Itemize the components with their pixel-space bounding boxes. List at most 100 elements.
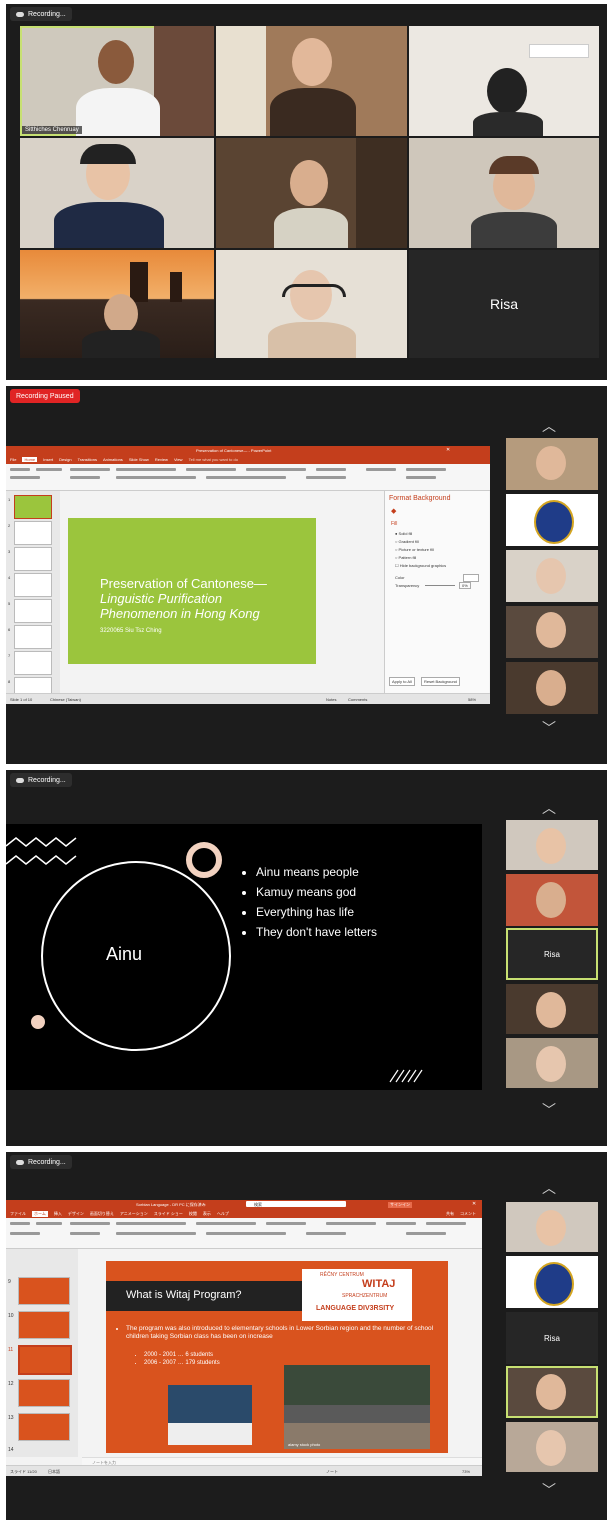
participant-name: Risa [489, 296, 518, 312]
tab-insert[interactable]: Insert [43, 457, 53, 462]
status-bar: スライド 11/20 日本語 ノート 73% [6, 1465, 482, 1476]
powerpoint-window: Sorbian Language - DR PC に保存済み 検索 サインイン … [6, 1200, 482, 1476]
hide-background-checkbox[interactable]: ☐ Hide background graphics [395, 563, 446, 568]
participant-thumb-risa[interactable]: Risa [506, 1312, 598, 1364]
video-tile-2[interactable] [216, 26, 407, 136]
fill-option-solid[interactable]: ● Solid fill [395, 531, 412, 536]
transparency-value[interactable]: 0% [459, 582, 471, 589]
participant-thumb[interactable] [506, 606, 598, 658]
fill-option-gradient[interactable]: ○ Gradient fill [395, 539, 419, 544]
participant-thumb[interactable] [506, 438, 598, 490]
slide-thumbnail[interactable] [14, 495, 52, 519]
video-feed [216, 138, 407, 248]
tab-view[interactable]: 表示 [203, 1211, 211, 1217]
recording-indicator[interactable]: Recording... [10, 7, 72, 21]
tab-help[interactable]: ヘルプ [217, 1211, 229, 1217]
video-tile-8[interactable] [216, 250, 407, 358]
apply-to-all-button[interactable]: Apply to All [389, 677, 415, 686]
title-bar: Sorbian Language - DR PC に保存済み 検索 サインイン … [6, 1200, 482, 1209]
video-tile-4[interactable] [20, 138, 214, 248]
transparency-slider[interactable] [425, 585, 455, 586]
paint-bucket-icon[interactable]: ◆ [391, 507, 396, 515]
video-tile-6[interactable] [409, 138, 599, 248]
slide-thumbnail[interactable] [18, 1277, 70, 1305]
tab-review[interactable]: 校閲 [189, 1211, 197, 1217]
slide-title[interactable]: Preservation of Cantonese— Linguistic Pu… [100, 576, 267, 621]
video-tile-3[interactable] [409, 26, 599, 136]
close-icon[interactable]: ✕ [472, 1201, 476, 1207]
fill-section-label[interactable]: Fill [391, 521, 397, 527]
title-bar: Preservation of Cantonese— - PowerPoint … [6, 446, 490, 455]
participant-thumb[interactable] [506, 874, 598, 926]
participant-thumb[interactable] [506, 1038, 598, 1088]
participant-thumb-logo[interactable] [506, 1256, 598, 1308]
recording-indicator[interactable]: Recording... [10, 773, 72, 787]
slide-thumbnail[interactable] [18, 1345, 72, 1375]
tab-slideshow[interactable]: Slide Show [129, 457, 149, 462]
sub-bullet-item: 2006 - 2007 … 179 students [144, 1359, 220, 1367]
video-tile-risa[interactable]: Risa [409, 250, 599, 358]
slide-thumbnail[interactable] [18, 1311, 70, 1339]
slide-thumbnail[interactable] [14, 651, 52, 675]
slide-thumbnail[interactable] [14, 599, 52, 623]
tab-design[interactable]: Design [59, 457, 71, 462]
recording-indicator[interactable]: Recording... [10, 1155, 72, 1169]
share-button[interactable]: 共有 [446, 1211, 454, 1217]
slide-thumbnail[interactable] [18, 1379, 70, 1407]
participant-thumb[interactable] [506, 1366, 598, 1418]
tab-transitions[interactable]: 画面切り替え [90, 1211, 114, 1217]
slide-thumbnail[interactable] [14, 625, 52, 649]
recording-paused-indicator[interactable]: Recording Paused [10, 389, 80, 403]
zoom-gallery-panel: Recording... Sitthiches Chenruay Risa [6, 4, 607, 380]
scroll-down-arrow[interactable]: ﹀ [542, 1100, 556, 1120]
participant-thumb[interactable] [506, 820, 598, 870]
scroll-down-arrow[interactable]: ﹀ [542, 718, 556, 738]
tab-home[interactable]: Home [22, 457, 38, 462]
tab-design[interactable]: デザイン [68, 1211, 84, 1217]
ribbon-tabs: ファイル ホーム 挿入 デザイン 画面切り替え アニメーション スライド ショー… [6, 1209, 482, 1218]
scroll-down-arrow[interactable]: ﹀ [542, 1480, 556, 1500]
scroll-up-arrow[interactable]: ︿ [542, 798, 556, 818]
cloud-icon [16, 1159, 24, 1165]
tab-review[interactable]: Review [155, 457, 168, 462]
participant-thumb[interactable] [506, 1202, 598, 1252]
tab-home[interactable]: ホーム [32, 1210, 48, 1217]
participant-thumb-logo[interactable] [506, 494, 598, 546]
fill-option-pattern[interactable]: ○ Pattern fill [395, 555, 416, 560]
slide-thumbnail[interactable] [18, 1413, 70, 1441]
scroll-up-arrow[interactable]: ︿ [542, 1178, 556, 1198]
tab-animations[interactable]: Animations [103, 457, 123, 462]
participant-thumb-risa[interactable]: Risa [506, 928, 598, 980]
slide-thumbnail[interactable] [14, 573, 52, 597]
tab-file[interactable]: ファイル [10, 1211, 26, 1217]
slide-thumbnail[interactable] [14, 521, 52, 545]
scroll-up-arrow[interactable]: ︿ [542, 416, 556, 436]
tab-view[interactable]: View [174, 457, 183, 462]
close-icon[interactable]: ✕ [446, 447, 450, 453]
video-tile-5[interactable] [216, 138, 407, 248]
participant-thumb[interactable] [506, 984, 598, 1034]
tab-animations[interactable]: アニメーション [120, 1211, 148, 1217]
photo-credit: alamy stock photo [288, 1442, 321, 1447]
video-tile-sitthiches[interactable]: Sitthiches Chenruay [20, 26, 214, 136]
signin-button[interactable]: サインイン [388, 1202, 412, 1208]
participant-thumb[interactable] [506, 662, 598, 714]
color-picker[interactable] [463, 574, 479, 582]
status-bar: Slide 1 of 10 Chinese (Taiwan) Notes Com… [6, 693, 490, 704]
ainu-slide: Ainu Ainu means people Kamuy means god E… [6, 824, 482, 1090]
tab-insert[interactable]: 挿入 [54, 1211, 62, 1217]
comment-button[interactable]: コメント [460, 1211, 476, 1217]
slide-subtitle[interactable]: 3220065 Siu Tsz Ching [100, 628, 162, 634]
reset-background-button[interactable]: Reset Background [421, 677, 460, 686]
fill-option-picture[interactable]: ○ Picture or texture fill [395, 547, 434, 552]
participant-thumb[interactable] [506, 1422, 598, 1472]
tab-slideshow[interactable]: スライド ショー [154, 1211, 183, 1217]
tab-file[interactable]: File [10, 457, 16, 462]
search-box[interactable]: 検索 [246, 1201, 346, 1207]
tab-transitions[interactable]: Transitions [78, 457, 97, 462]
participant-thumb[interactable] [506, 550, 598, 602]
slide-thumbnail[interactable] [14, 547, 52, 571]
video-tile-7[interactable] [20, 250, 214, 358]
slide-title[interactable]: What is Witaj Program? [126, 1289, 242, 1301]
tell-me-search[interactable]: Tell me what you want to do [189, 457, 238, 462]
